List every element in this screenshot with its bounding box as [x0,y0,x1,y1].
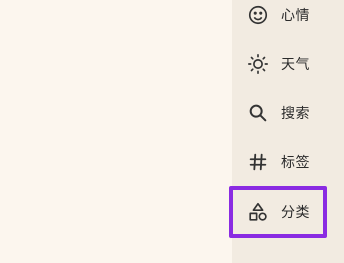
hashtag-icon [246,150,270,174]
menu-item-label: 标签 [281,155,310,171]
smiley-icon [246,3,270,27]
search-icon [246,101,270,125]
menu-item-label: 天气 [281,57,310,73]
menu-item-mood[interactable]: 心情 [244,0,336,37]
selection-highlight [229,186,327,238]
menu-item-weather[interactable]: 天气 [244,42,336,86]
menu-item-search[interactable]: 搜索 [244,91,336,135]
menu-item-label: 心情 [281,8,310,24]
menu-item-label: 搜索 [281,106,310,122]
menu-item-tags[interactable]: 标签 [244,140,336,184]
sun-icon [246,52,270,76]
